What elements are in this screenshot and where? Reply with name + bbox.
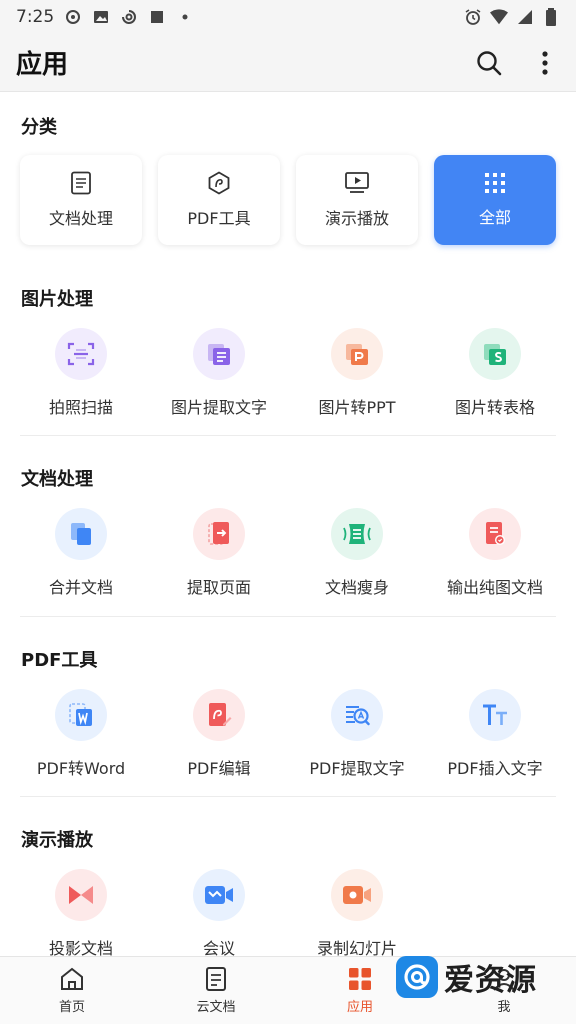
divider	[20, 616, 556, 617]
wifi-icon	[490, 8, 508, 26]
cell-signal-icon	[516, 8, 534, 26]
category-label: 全部	[478, 208, 511, 227]
tool-label: 输出纯图文档	[446, 578, 543, 597]
image-ppt-icon	[346, 344, 368, 365]
present-tools-row: 投影文档 会议 录制幻灯片	[12, 869, 564, 956]
tool-label: PDF转Word	[36, 759, 126, 778]
battery-icon	[542, 8, 560, 26]
tool-label: PDF提取文字	[309, 759, 405, 778]
pdf-icon	[208, 171, 230, 195]
category-label: 演示播放	[324, 209, 389, 228]
scan-icon	[67, 342, 95, 366]
tool-slim-doc[interactable]: 文档瘦身	[288, 508, 426, 598]
alarm-icon	[464, 8, 482, 26]
document-icon	[71, 171, 91, 195]
tool-label: PDF插入文字	[447, 759, 543, 778]
square-notification-icon	[148, 8, 166, 26]
slim-icon	[343, 524, 371, 544]
spiral-notification-icon	[120, 8, 138, 26]
section-title-categories: 分类	[21, 117, 57, 138]
meeting-icon	[205, 886, 233, 904]
merge-icon	[71, 523, 91, 545]
category-row: 文档处理 PDF工具 演示播放 全部	[20, 155, 556, 245]
image-doc-icon	[486, 522, 505, 545]
nav-label: 云文档	[196, 1000, 236, 1015]
search-icon	[477, 50, 502, 75]
tool-image-to-text[interactable]: 图片提取文字	[150, 328, 288, 418]
tool-label: 拍照扫描	[48, 398, 113, 417]
tool-pdf-extract-text[interactable]: PDF提取文字	[288, 689, 426, 779]
divider	[20, 435, 556, 436]
category-presentation[interactable]: 演示播放	[296, 155, 418, 245]
projector-icon	[69, 886, 93, 904]
image-text-icon	[208, 344, 230, 365]
insert-text-icon	[483, 704, 507, 725]
tool-pdf-to-word[interactable]: PDF转Word	[12, 689, 150, 779]
tool-label: 会议	[202, 939, 235, 956]
doc-tools-row: 合并文档 提取页面 文档瘦身 输出纯图文档	[12, 508, 564, 598]
notification-swirl-icon	[64, 8, 82, 26]
category-pdf[interactable]: PDF工具	[158, 155, 280, 245]
category-document[interactable]: 文档处理	[20, 155, 142, 245]
tool-image-only-doc[interactable]: 输出纯图文档	[426, 508, 564, 598]
tool-photo-scan[interactable]: 拍照扫描	[12, 328, 150, 418]
apps-content[interactable]: 分类 文档处理 PDF工具 演示播放 全部 图片处理 拍照扫描 图片提取文字 图…	[0, 93, 576, 956]
status-bar: 7:25	[0, 0, 576, 34]
tool-label: 录制幻灯片	[316, 939, 397, 956]
apps-icon	[349, 968, 371, 990]
watermark-text: 爱资源	[444, 963, 537, 998]
tool-pdf-edit[interactable]: PDF编辑	[150, 689, 288, 779]
grid-icon	[485, 173, 505, 193]
tool-project-doc[interactable]: 投影文档	[12, 869, 150, 956]
image-sheet-icon	[484, 344, 506, 365]
tool-merge-docs[interactable]: 合并文档	[12, 508, 150, 598]
tool-extract-pages[interactable]: 提取页面	[150, 508, 288, 598]
pdf-word-icon	[69, 703, 92, 726]
pdf-tools-row: PDF转Word PDF编辑 PDF提取文字 PDF插入文字	[12, 689, 564, 779]
tool-label: 文档瘦身	[324, 578, 389, 597]
pdf-text-icon	[346, 706, 370, 726]
section-title-image: 图片处理	[21, 289, 93, 310]
category-label: PDF工具	[187, 209, 251, 228]
presentation-icon	[345, 172, 369, 193]
nav-cloud-docs[interactable]: 云文档	[144, 957, 288, 1024]
record-icon	[343, 886, 371, 904]
section-title-present: 演示播放	[21, 830, 93, 851]
image-tools-row: 拍照扫描 图片提取文字 图片转PPT 图片转表格	[12, 328, 564, 418]
tool-label: 合并文档	[48, 578, 113, 597]
section-title-doc: 文档处理	[21, 469, 93, 490]
tool-pdf-insert-text[interactable]: PDF插入文字	[426, 689, 564, 779]
watermark: 爱资源	[396, 954, 576, 1000]
page-title: 应用	[16, 50, 69, 80]
watermark-logo-icon	[396, 956, 438, 998]
pdf-edit-icon	[209, 703, 232, 726]
tool-record-slides[interactable]: 录制幻灯片	[288, 869, 426, 956]
tool-image-to-sheet[interactable]: 图片转表格	[426, 328, 564, 418]
home-icon	[61, 967, 83, 990]
nav-label: 首页	[58, 1000, 85, 1015]
gallery-notification-icon	[92, 8, 110, 26]
divider	[20, 796, 556, 797]
tool-label: 投影文档	[48, 939, 113, 956]
nav-home[interactable]: 首页	[0, 957, 144, 1024]
tool-label: 图片转PPT	[318, 398, 396, 417]
category-all[interactable]: 全部	[434, 155, 556, 245]
tool-label: 图片提取文字	[170, 398, 267, 417]
cloud-doc-icon	[206, 967, 226, 991]
status-time: 7:25	[16, 7, 55, 27]
extract-page-icon	[208, 522, 229, 545]
tool-label: 图片转表格	[454, 398, 535, 417]
app-bar: 应用	[0, 34, 576, 92]
nav-label: 应用	[346, 1000, 373, 1015]
category-label: 文档处理	[48, 209, 113, 228]
search-button[interactable]	[474, 48, 504, 78]
tool-label: PDF编辑	[187, 759, 251, 778]
tool-meeting[interactable]: 会议	[150, 869, 288, 956]
more-options-button[interactable]	[530, 48, 560, 78]
section-title-pdf: PDF工具	[21, 650, 98, 671]
more-vert-icon	[542, 50, 548, 75]
dot-icon	[176, 8, 194, 26]
tool-image-to-ppt[interactable]: 图片转PPT	[288, 328, 426, 418]
tool-label: 提取页面	[186, 578, 251, 597]
